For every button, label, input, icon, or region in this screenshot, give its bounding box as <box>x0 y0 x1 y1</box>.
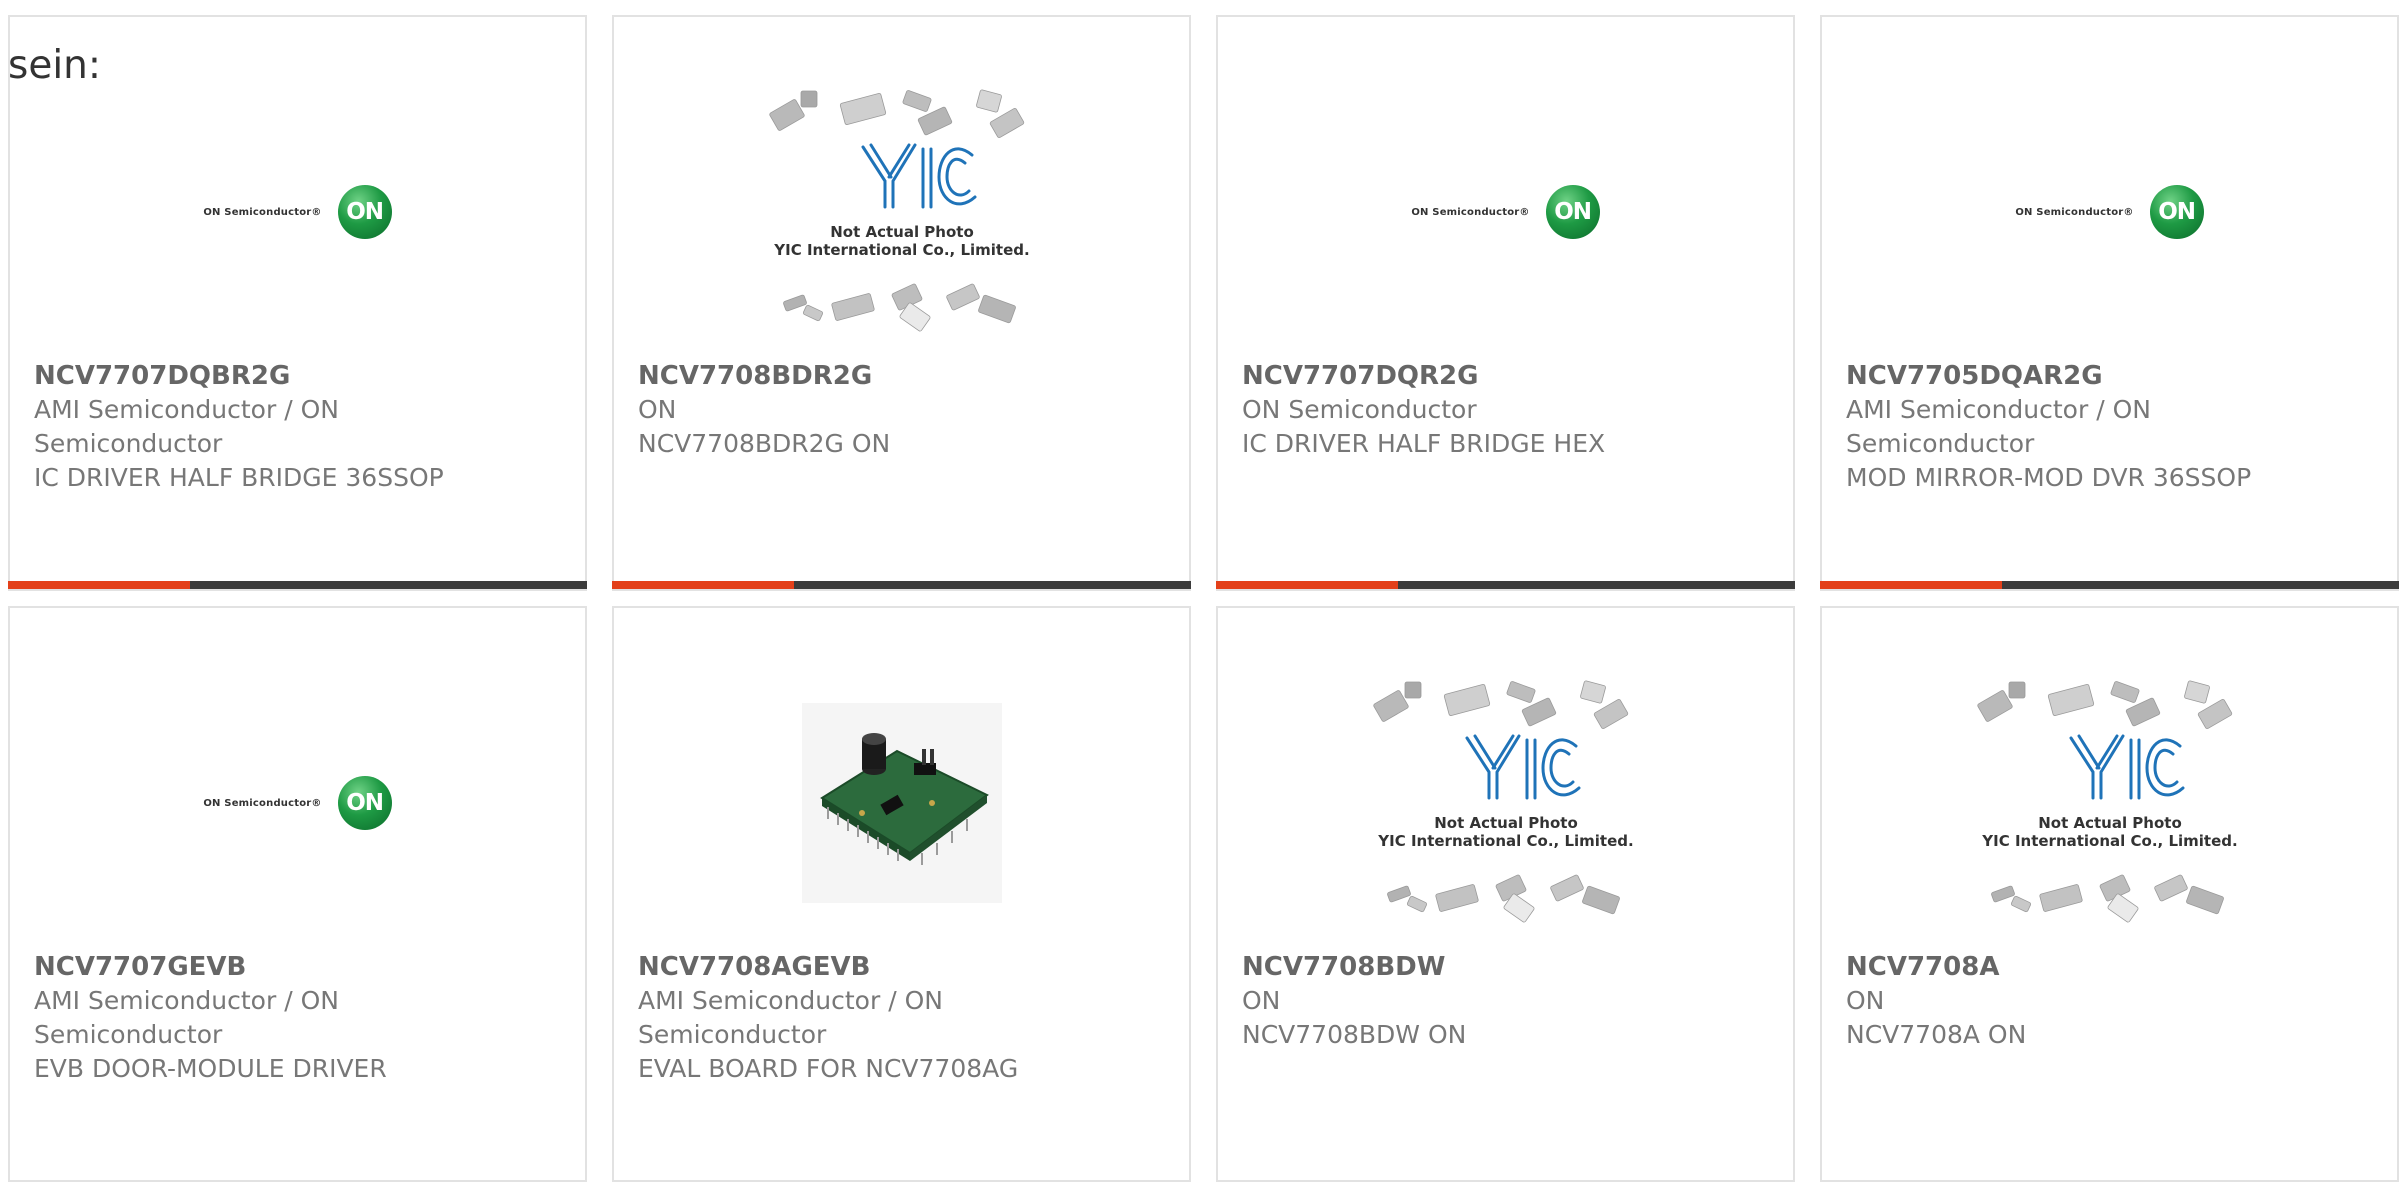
product-image[interactable]: ON Semiconductor® ON <box>10 653 585 953</box>
part-number[interactable]: NCV7708A <box>1846 950 2377 984</box>
product-info: NCV7708BDW ON NCV7708BDW ON <box>1242 950 1773 1052</box>
part-number[interactable]: NCV7707DQR2G <box>1242 359 1773 393</box>
yic-chip-icon: Not Actual Photo YIC International Co., … <box>1976 680 2237 923</box>
product-info-line: MOD MIRROR-MOD DVR 36SSOP <box>1846 463 2252 492</box>
svg-text:YIC International Co., Limited: YIC International Co., Limited. <box>1981 832 2237 850</box>
on-semiconductor-logo: ON Semiconductor® ON <box>203 185 392 239</box>
product-info-line: EVB DOOR-MODULE DRIVER <box>34 1054 387 1083</box>
product-grid: ON Semiconductor® ON NCV7707DQBR2G AMI S… <box>8 15 2399 1182</box>
yic-chip-icon: Not Actual Photo YIC International Co., … <box>1372 680 1633 923</box>
product-card[interactable]: NCV7708AGEVB AMI Semiconductor / ON Semic… <box>612 606 1191 1182</box>
product-info-line: IC DRIVER HALF BRIDGE 36SSOP <box>34 463 444 492</box>
on-semiconductor-logo: ON Semiconductor® ON <box>2015 185 2204 239</box>
product-info: NCV7708BDR2G ON NCV7708BDR2G ON <box>638 359 1169 461</box>
svg-text:YIC International Co., Limited: YIC International Co., Limited. <box>1377 832 1633 850</box>
card-accent-bar <box>1216 581 1398 589</box>
card-hover-bar <box>8 581 587 589</box>
card-hover-bar <box>1216 581 1795 589</box>
product-image[interactable]: Not Actual Photo YIC International Co., … <box>1822 653 2397 953</box>
on-circle-icon: ON <box>2149 185 2204 239</box>
product-info-line: EVAL BOARD FOR NCV7708AG <box>638 1054 1019 1083</box>
product-info-line: AMI Semiconductor / ON <box>34 986 339 1015</box>
product-info-line: IC DRIVER HALF BRIDGE HEX <box>1242 429 1606 458</box>
product-image[interactable] <box>614 653 1189 953</box>
part-number[interactable]: NCV7705DQAR2G <box>1846 359 2377 393</box>
product-image[interactable]: Not Actual Photo YIC International Co., … <box>614 62 1189 362</box>
part-number[interactable]: NCV7707DQBR2G <box>34 359 565 393</box>
product-info-line: Semiconductor <box>34 1020 223 1049</box>
product-card[interactable]: ON Semiconductor® ON NCV7705DQAR2G AMI S… <box>1820 15 2399 591</box>
product-card[interactable]: Not Actual Photo YIC International Co., … <box>1216 606 1795 1182</box>
yic-chip-icon: Not Actual Photo YIC International Co., … <box>768 89 1029 332</box>
product-info: NCV7705DQAR2G AMI Semiconductor / ON Semi… <box>1846 359 2377 495</box>
product-info-line: AMI Semiconductor / ON <box>638 986 943 1015</box>
part-number[interactable]: NCV7708BDW <box>1242 950 1773 984</box>
on-circle-icon: ON <box>337 185 392 239</box>
product-info: NCV7708AGEVB AMI Semiconductor / ON Semic… <box>638 950 1169 1086</box>
on-circle-icon: ON <box>337 776 392 830</box>
product-info: NCV7707DQBR2G AMI Semiconductor / ON Semi… <box>34 359 565 495</box>
yic-not-actual-photo: Not Actual Photo YIC International Co., … <box>1366 676 1646 930</box>
product-info: NCV7707DQR2G ON Semiconductor IC DRIVER H… <box>1242 359 1773 461</box>
product-info-line: Semiconductor <box>34 429 223 458</box>
product-info-line: AMI Semiconductor / ON <box>1846 395 2151 424</box>
product-image[interactable]: ON Semiconductor® ON <box>1218 62 1793 362</box>
product-info-line: ON <box>638 395 677 424</box>
product-card[interactable]: ON Semiconductor® ON NCV7707DQBR2G AMI S… <box>8 15 587 591</box>
product-card[interactable]: ON Semiconductor® ON NCV7707DQR2G ON Sem… <box>1216 15 1795 591</box>
card-hover-bar <box>1820 581 2399 589</box>
product-image[interactable]: ON Semiconductor® ON <box>10 62 585 362</box>
part-number[interactable]: NCV7708BDR2G <box>638 359 1169 393</box>
lead-text: sein: <box>8 43 102 88</box>
product-info-line: ON <box>1846 986 1885 1015</box>
card-hover-bar <box>612 581 1191 589</box>
product-image[interactable]: Not Actual Photo YIC International Co., … <box>1218 653 1793 953</box>
card-accent-bar <box>612 581 794 589</box>
eval-board-photo <box>801 703 1002 903</box>
on-semiconductor-logo: ON Semiconductor® ON <box>203 776 392 830</box>
on-circle-icon: ON <box>1545 185 1600 239</box>
part-number[interactable]: NCV7708AGEVB <box>638 950 1169 984</box>
product-info-line: NCV7708A ON <box>1846 1020 2027 1049</box>
yic-not-actual-photo: Not Actual Photo YIC International Co., … <box>1970 676 2250 930</box>
product-info: NCV7708A ON NCV7708A ON <box>1846 950 2377 1052</box>
product-card[interactable]: ON Semiconductor® ON NCV7707GEVB AMI Sem… <box>8 606 587 1182</box>
card-accent-bar <box>8 581 190 589</box>
product-info: NCV7707GEVB AMI Semiconductor / ON Semico… <box>34 950 565 1086</box>
on-semiconductor-logo: ON Semiconductor® ON <box>1411 185 1600 239</box>
svg-text:Not Actual Photo: Not Actual Photo <box>1434 814 1578 832</box>
product-info-line: ON <box>1242 986 1281 1015</box>
product-info-line: AMI Semiconductor / ON <box>34 395 339 424</box>
product-info-line: NCV7708BDW ON <box>1242 1020 1467 1049</box>
product-info-line: Semiconductor <box>1846 429 2035 458</box>
yic-not-actual-photo: Not Actual Photo YIC International Co., … <box>762 85 1042 339</box>
product-card[interactable]: Not Actual Photo YIC International Co., … <box>1820 606 2399 1182</box>
product-card[interactable]: Not Actual Photo YIC International Co., … <box>612 15 1191 591</box>
part-number[interactable]: NCV7707GEVB <box>34 950 565 984</box>
card-accent-bar <box>1820 581 2002 589</box>
svg-text:Not Actual Photo: Not Actual Photo <box>2038 814 2182 832</box>
product-image[interactable]: ON Semiconductor® ON <box>1822 62 2397 362</box>
product-info-line: ON Semiconductor <box>1242 395 1477 424</box>
svg-text:YIC International Co., Limited: YIC International Co., Limited. <box>773 241 1029 259</box>
product-info-line: NCV7708BDR2G ON <box>638 429 891 458</box>
svg-text:Not Actual Photo: Not Actual Photo <box>830 223 974 241</box>
product-info-line: Semiconductor <box>638 1020 827 1049</box>
